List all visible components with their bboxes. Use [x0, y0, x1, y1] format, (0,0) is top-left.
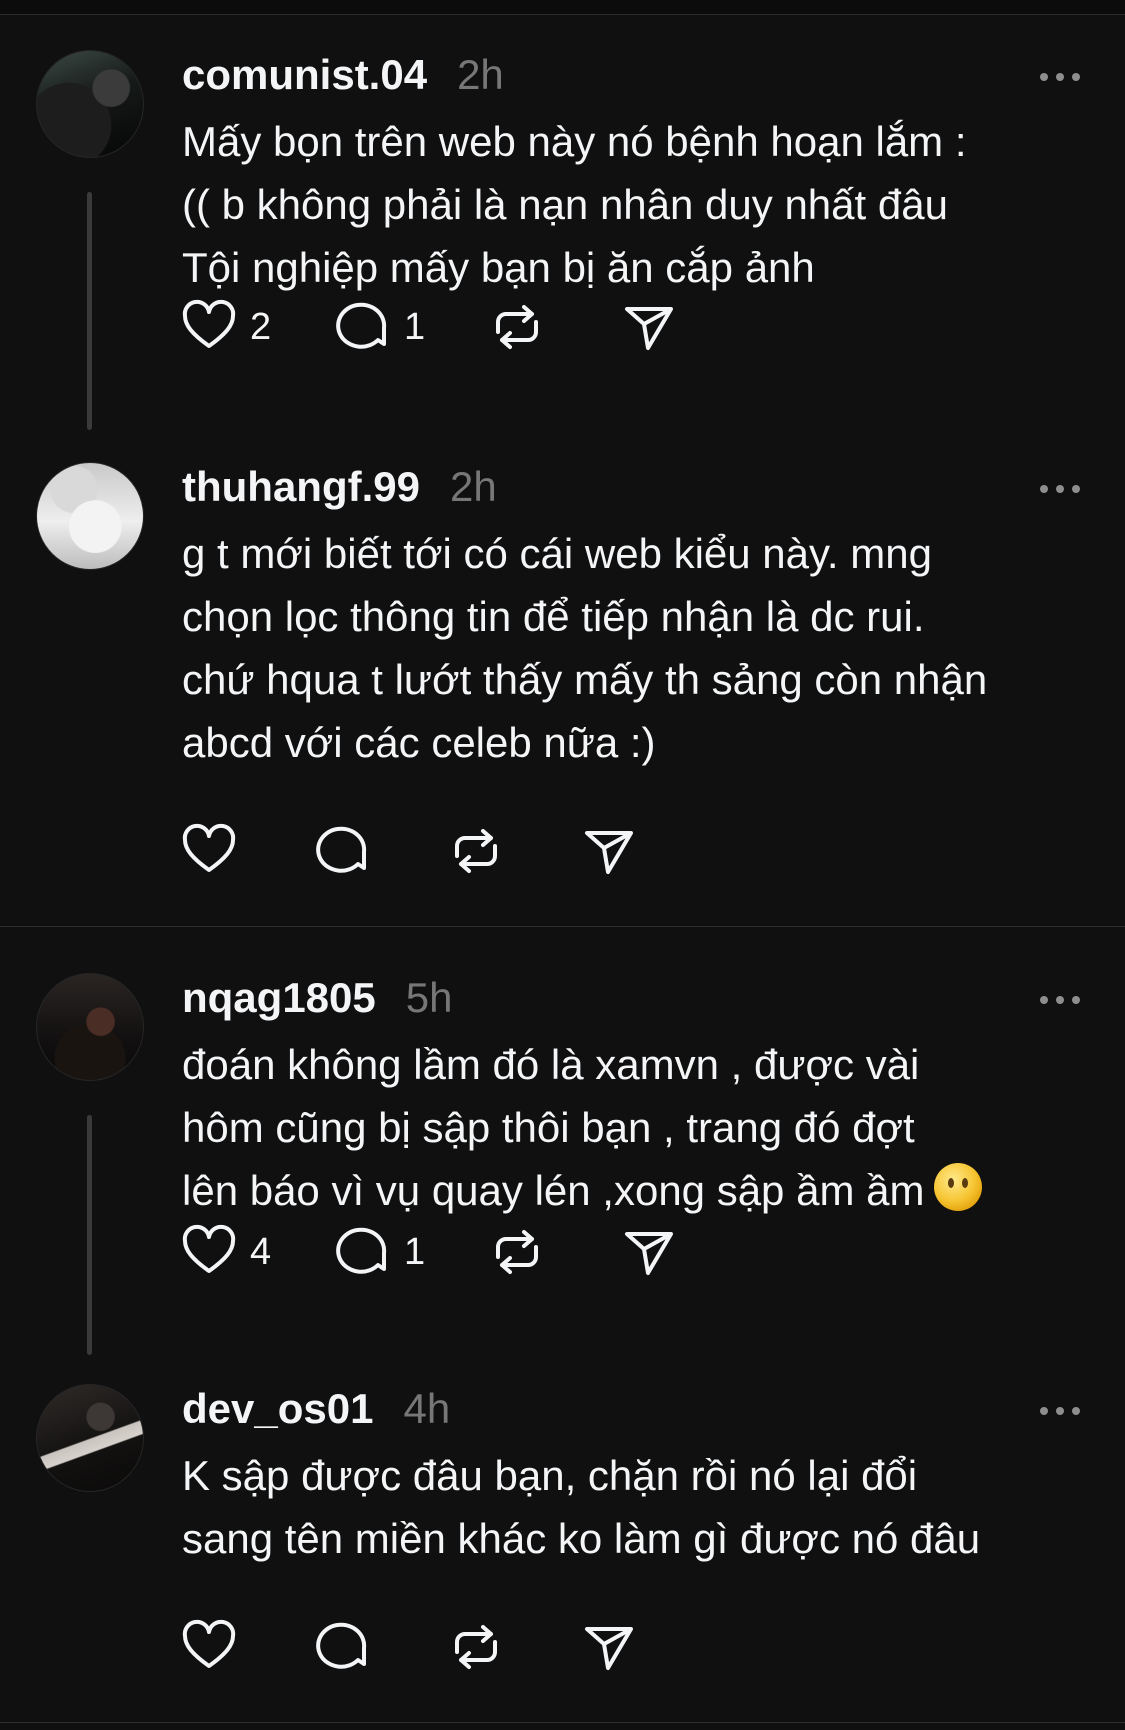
like-button[interactable]	[180, 821, 314, 881]
timestamp: 2h	[450, 463, 497, 510]
thread-divider	[0, 1722, 1125, 1723]
post-nqag1805: nqag1805 5h đoán không lầm đó là xamvn ,…	[0, 973, 1125, 1363]
action-bar: 2 1	[180, 297, 678, 357]
comment-bubble-icon	[336, 302, 387, 349]
repost-icon	[455, 829, 497, 873]
post-thuhangf: thuhangf.99 2h g t mới biết tới có cái w…	[0, 462, 1125, 902]
face-without-mouth-emoji	[934, 1163, 983, 1211]
reply-button[interactable]: 1	[334, 1222, 488, 1282]
action-bar	[180, 1617, 638, 1677]
send-icon	[585, 831, 633, 874]
avatar[interactable]	[36, 973, 144, 1081]
username[interactable]: dev_os01	[182, 1385, 373, 1433]
thread-divider	[0, 926, 1125, 927]
post-comunist: comunist.04 2h Mấy bọn trên web này nó b…	[0, 50, 1125, 440]
like-count: 4	[250, 1230, 272, 1273]
repost-button[interactable]	[488, 297, 620, 357]
repost-icon	[496, 305, 538, 349]
avatar[interactable]	[36, 462, 144, 570]
post-dev-os01: dev_os01 4h K sập được đâu bạn, chặn rồi…	[0, 1384, 1125, 1714]
like-button[interactable]: 4	[180, 1222, 334, 1282]
post-text-content: đoán không lầm đó là xamvn , được vài hô…	[182, 1041, 925, 1214]
more-options-icon[interactable]	[1040, 996, 1080, 1004]
username[interactable]: nqag1805	[182, 974, 376, 1022]
like-button[interactable]: 2	[180, 297, 334, 357]
reply-count: 1	[404, 1230, 426, 1273]
comment-bubble-icon	[316, 826, 367, 873]
avatar[interactable]	[36, 1384, 144, 1492]
repost-icon	[496, 1230, 538, 1274]
more-options-icon[interactable]	[1040, 1407, 1080, 1415]
post-header: nqag1805 5h	[182, 973, 452, 1023]
like-button[interactable]	[180, 1617, 314, 1677]
post-header: thuhangf.99 2h	[182, 462, 497, 512]
share-button[interactable]	[580, 821, 638, 881]
action-bar: 4 1	[180, 1222, 678, 1282]
post-text: Mấy bọn trên web này nó bệnh hoạn lắm : …	[182, 118, 967, 291]
post-header: comunist.04 2h	[182, 50, 504, 100]
send-icon	[585, 1627, 633, 1670]
reply-button[interactable]	[314, 1617, 447, 1677]
repost-icon	[455, 1625, 497, 1669]
post-header: dev_os01 4h	[182, 1384, 450, 1434]
comment-bubble-icon	[316, 1622, 367, 1669]
avatar[interactable]	[36, 50, 144, 158]
post-text: đoán không lầm đó là xamvn , được vài hô…	[182, 1033, 1092, 1222]
post-text: g t mới biết tới có cái web kiểu này. mn…	[182, 530, 988, 766]
more-options-icon[interactable]	[1040, 73, 1080, 81]
share-button[interactable]	[620, 297, 678, 357]
send-icon	[625, 1232, 673, 1275]
username[interactable]: thuhangf.99	[182, 463, 420, 511]
repost-button[interactable]	[447, 1617, 580, 1677]
timestamp: 2h	[457, 51, 504, 98]
action-bar	[180, 821, 638, 881]
like-count: 2	[250, 305, 272, 348]
timestamp: 5h	[405, 974, 453, 1021]
reply-button[interactable]	[314, 821, 447, 881]
heart-icon	[182, 823, 236, 872]
comment-bubble-icon	[336, 1227, 387, 1274]
share-button[interactable]	[580, 1617, 638, 1677]
username[interactable]: comunist.04	[182, 51, 427, 99]
more-options-icon[interactable]	[1040, 485, 1080, 493]
heart-icon	[182, 1619, 236, 1668]
share-button[interactable]	[620, 1222, 678, 1282]
reply-count: 1	[404, 305, 426, 348]
thread-line	[87, 1115, 92, 1355]
repost-button[interactable]	[447, 821, 580, 881]
top-divider	[0, 0, 1125, 15]
heart-icon	[182, 299, 236, 348]
repost-button[interactable]	[488, 1222, 620, 1282]
send-icon	[625, 307, 673, 350]
post-text: K sập được đâu bạn, chặn rồi nó lại đổi …	[182, 1452, 981, 1562]
reply-button[interactable]: 1	[334, 297, 488, 357]
heart-icon	[182, 1224, 236, 1273]
timestamp: 4h	[403, 1385, 451, 1432]
thread-line	[87, 192, 92, 430]
